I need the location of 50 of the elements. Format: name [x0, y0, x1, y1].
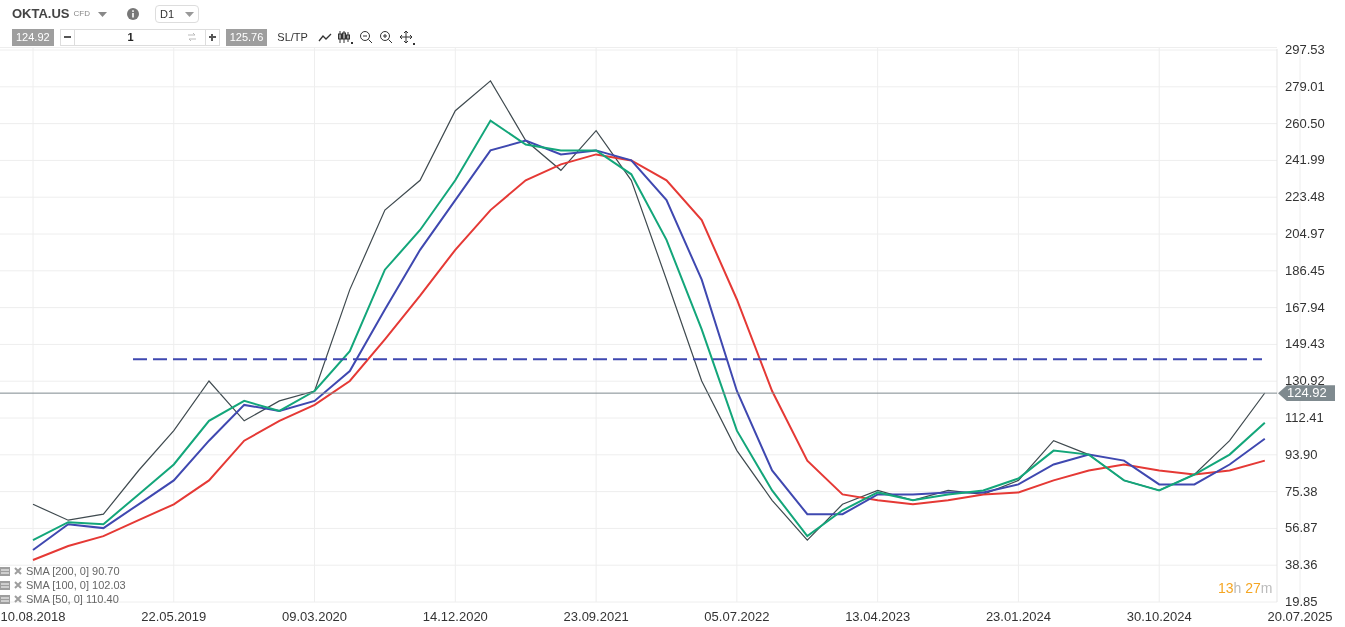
settings-icon[interactable]: [0, 566, 10, 576]
axis-label: 93.90: [1285, 446, 1318, 462]
settings-icon[interactable]: [0, 580, 10, 590]
axis-label: 23.01.2024: [985, 609, 1051, 624]
axis-label: 09.03.2020: [282, 609, 348, 624]
indicator-label: SMA [100, 0] 102.03: [26, 577, 126, 593]
price-tag: 124.92: [1278, 385, 1335, 402]
plus-icon[interactable]: [204, 29, 219, 45]
settings-icon[interactable]: [0, 594, 10, 604]
axis-label: 30.10.2024: [1126, 609, 1192, 624]
axis-label: 13.04.2023: [845, 609, 911, 624]
zoom-in-icon[interactable]: [378, 30, 393, 44]
axis-label: 241.99: [1285, 152, 1325, 168]
axis-label: 05.07.2022: [704, 609, 770, 624]
axis-label: 297.53: [1285, 42, 1325, 57]
close-icon[interactable]: [14, 595, 22, 603]
timeframe-dropdown[interactable]: D1: [155, 5, 199, 23]
axis-label: 23.09.2021: [563, 609, 629, 624]
axis-label: 10.08.2018: [0, 609, 66, 624]
line-chart-icon[interactable]: [317, 32, 332, 42]
sl-tp-button[interactable]: SL/TP: [273, 28, 312, 46]
move-icon[interactable]: [398, 29, 415, 45]
candlestick-icon[interactable]: [337, 30, 353, 44]
axis-label: 223.48: [1285, 189, 1325, 205]
quantity-field[interactable]: 1: [59, 28, 220, 46]
axis-label: 38.36: [1285, 557, 1318, 573]
candle-countdown: 13h 27m: [1218, 579, 1273, 598]
caret-icon[interactable]: [98, 11, 107, 17]
axis-label: 279.01: [1285, 78, 1325, 94]
axis-label: 75.38: [1285, 483, 1318, 499]
info-icon[interactable]: [127, 8, 139, 20]
axis-label: 56.87: [1285, 520, 1318, 536]
axis-label: 112.41: [1285, 410, 1324, 425]
instrument-type: CFD: [73, 8, 90, 20]
symbol-name: OKTA.US: [12, 5, 70, 24]
axis-label: 204.97: [1285, 226, 1325, 241]
axis-label: 149.43: [1285, 336, 1325, 352]
axis-label: 20.07.2025: [1267, 609, 1333, 624]
axis-label: 186.45: [1285, 262, 1325, 278]
close-icon[interactable]: [14, 567, 22, 575]
axis-label: 260.50: [1285, 115, 1325, 131]
indicator-label: SMA [50, 0] 110.40: [26, 591, 119, 607]
caret-icon: [185, 11, 194, 17]
zoom-out-icon[interactable]: [358, 30, 373, 44]
axis-label: 19.85: [1285, 594, 1318, 609]
axis-label: 14.12.2020: [422, 609, 488, 624]
close-icon[interactable]: [14, 581, 22, 589]
axis-label: 167.94: [1285, 299, 1325, 315]
axis-label: 22.05.2019: [141, 609, 207, 624]
indicator-label: SMA [200, 0] 90.70: [26, 563, 120, 579]
